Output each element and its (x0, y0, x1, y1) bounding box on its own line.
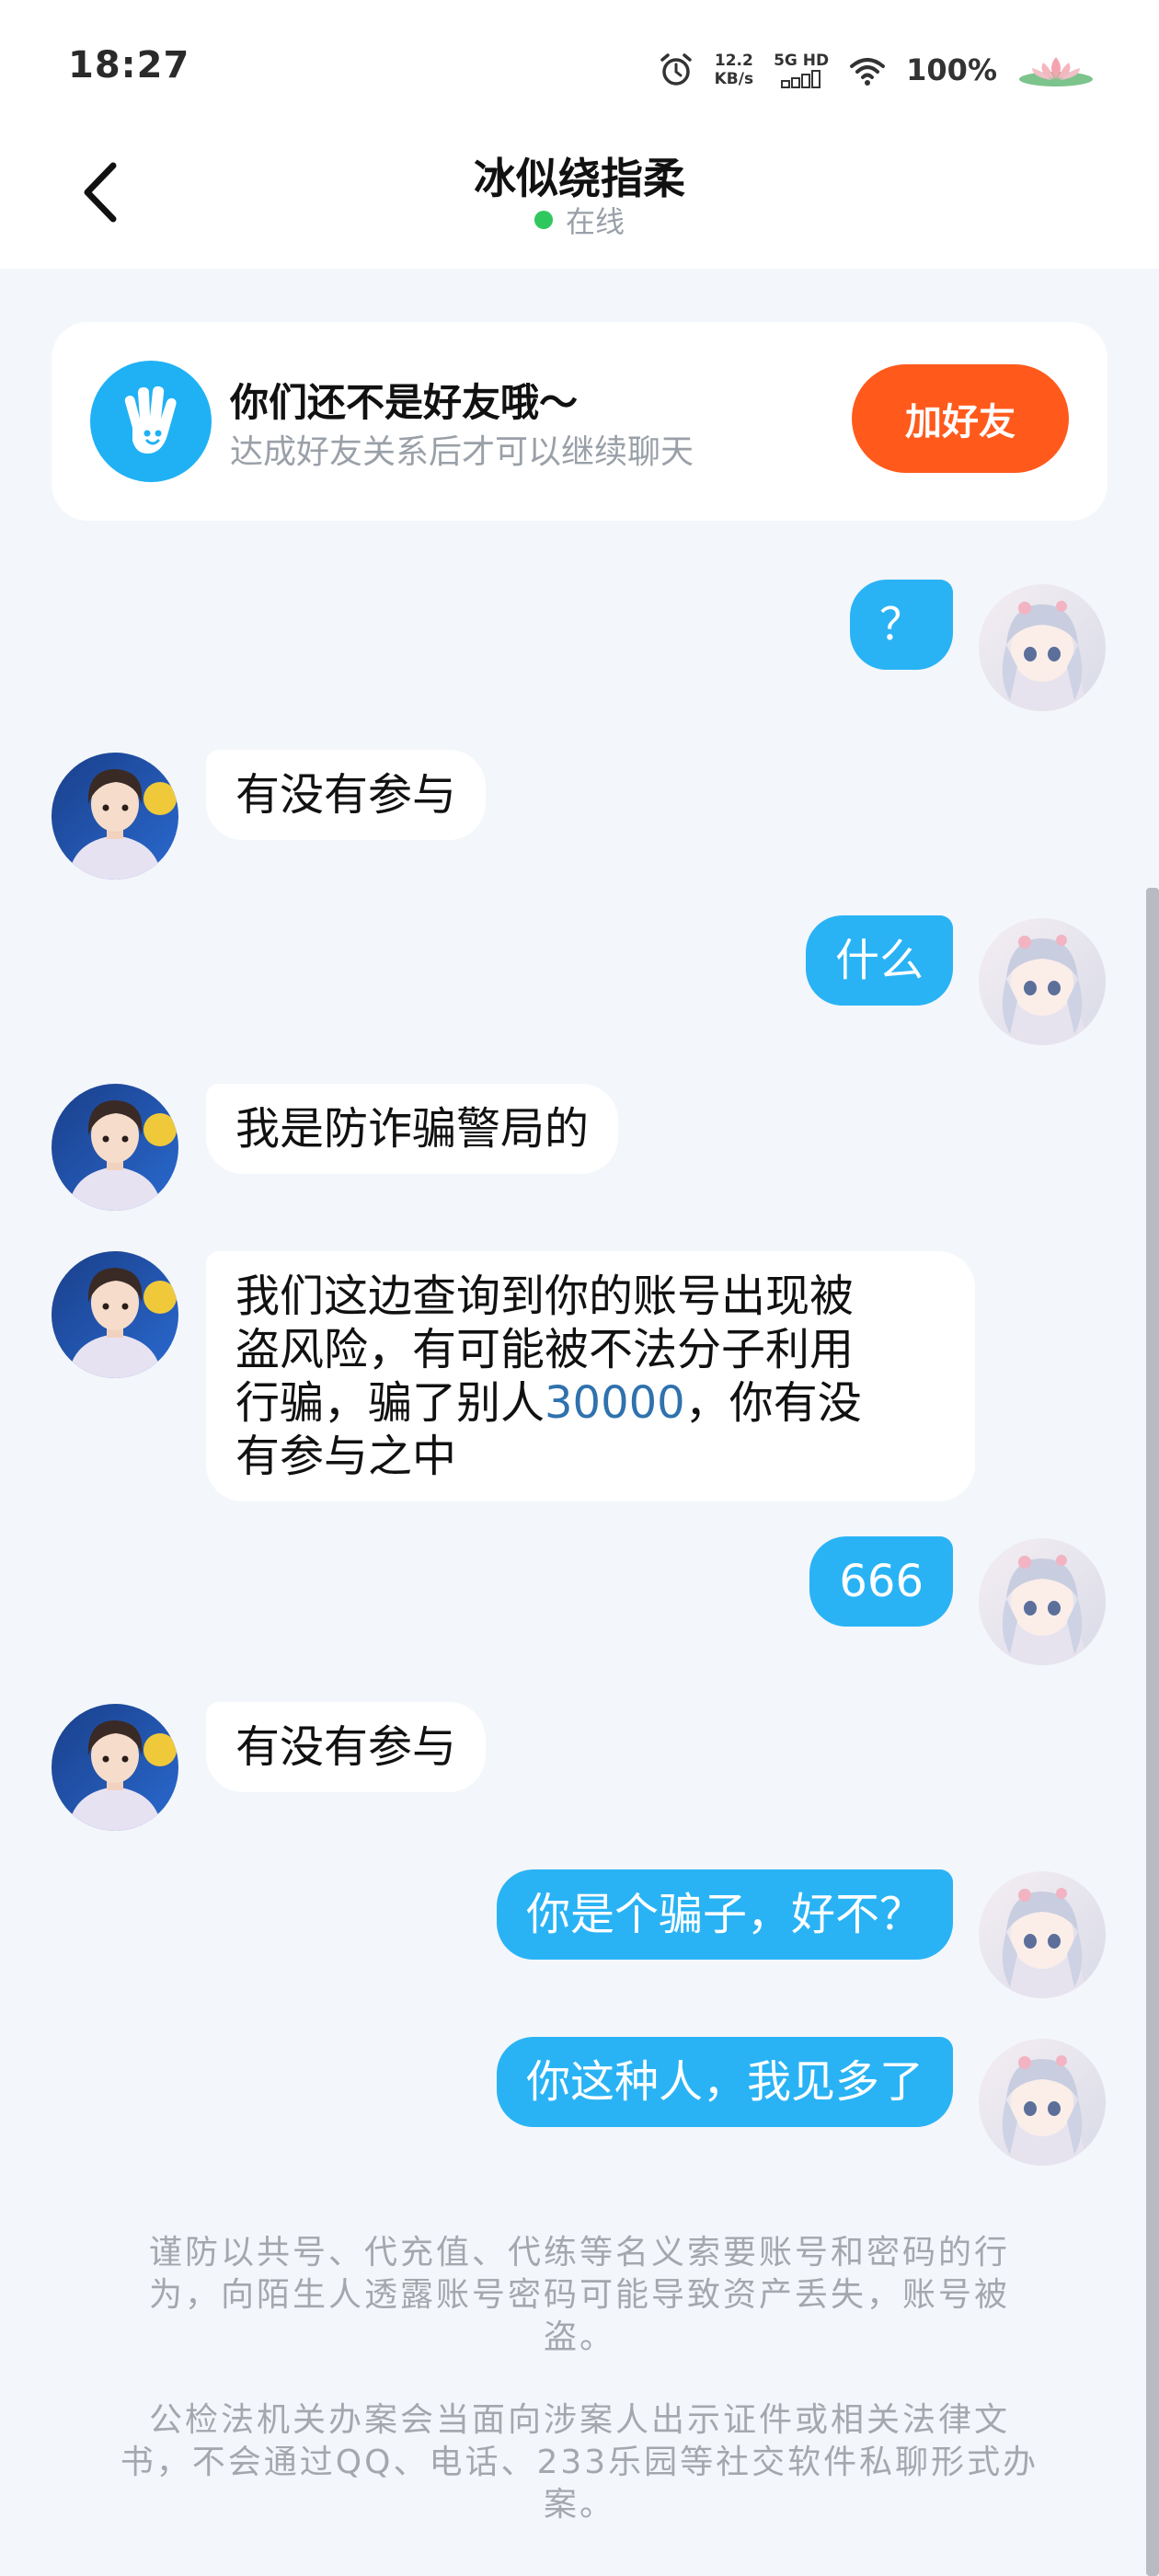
message-line: 有参与之中 (235, 1431, 457, 1482)
alarm-icon (660, 53, 692, 86)
waving-hand-icon (90, 361, 212, 482)
status-time: 18:27 (68, 44, 190, 86)
battery-text: 100% (906, 52, 997, 87)
lotus-icon (1019, 57, 1093, 86)
network-indicator: 5G HD (774, 52, 829, 88)
message-bubble-incoming[interactable]: 有没有参与 (206, 750, 487, 840)
contact-avatar[interactable] (52, 1251, 178, 1378)
notice-line: 谨防以共号、代充值、代练等名义索要账号和密码的行 (148, 2234, 1010, 2271)
message-bubble-incoming[interactable]: 有没有参与 (206, 1702, 487, 1792)
net-speed-value: 12.2 (714, 52, 753, 70)
contact-avatar[interactable] (52, 1704, 178, 1831)
notice-line: 公检法机关办案会当面向涉案人出示证件或相关法律文 (148, 2401, 1010, 2439)
signal-icon (781, 70, 821, 88)
wifi-icon (850, 58, 886, 86)
notice-line: 盗。 (543, 2318, 615, 2356)
message-bubble-outgoing[interactable]: 什么 (805, 915, 953, 1006)
message-bubble-outgoing[interactable]: 666 (809, 1536, 953, 1627)
status-icons: 12.2 KB/s 5G HD 100% (658, 42, 1095, 98)
message-line: 我们这边查询到你的账号出现被 (235, 1271, 855, 1322)
net-speed: 12.2 KB/s (715, 52, 753, 88)
my-avatar[interactable] (979, 2039, 1106, 2166)
my-avatar[interactable] (979, 918, 1106, 1045)
notice-line: 为，向陌生人透露账号密码可能导致资产丢失，账号被 (148, 2276, 1010, 2314)
online-status: 在线 (0, 199, 1159, 241)
message-bubble-incoming[interactable]: 我是防诈骗警局的 (206, 1084, 619, 1174)
security-notice-2: 公检法机关办案会当面向涉案人出示证件或相关法律文 书，不会通过QQ、电话、233… (101, 2399, 1058, 2526)
message-line: 盗风险，有可能被不法分子利用 (235, 1324, 855, 1375)
net-speed-unit: KB/s (714, 70, 754, 88)
banner-subtitle: 达成好友关系后才可以继续聊天 (230, 433, 694, 471)
add-friend-button[interactable]: 加好友 (852, 364, 1069, 473)
banner-title: 你们还不是好友哦～ (230, 380, 579, 425)
message-bubble-incoming[interactable]: 我们这边查询到你的账号出现被 盗风险，有可能被不法分子利用 行骗，骗了别人300… (206, 1251, 975, 1501)
my-avatar[interactable] (979, 1871, 1106, 1998)
amount-number: 30000 (545, 1377, 685, 1429)
scrollbar[interactable] (1146, 888, 1159, 2576)
online-dot (534, 211, 553, 229)
message-bubble-outgoing[interactable]: ？ (849, 580, 953, 670)
my-avatar[interactable] (979, 1538, 1106, 1665)
chat-title: 冰似绕指柔 (474, 154, 685, 203)
contact-avatar[interactable] (52, 753, 178, 880)
my-avatar[interactable] (979, 584, 1106, 711)
message-line: 行骗，骗了别人30000，你有没 (235, 1376, 946, 1430)
notice-line: 案。 (543, 2486, 615, 2524)
message-text: ，你有没 (684, 1377, 862, 1429)
security-notice-1: 谨防以共号、代充值、代练等名义索要账号和密码的行 为，向陌生人透露账号密码可能导… (101, 2232, 1058, 2359)
friend-request-banner: 你们还不是好友哦～ 达成好友关系后才可以继续聊天 加好友 (52, 322, 1107, 521)
message-bubble-outgoing[interactable]: 你是个骗子，好不？ (496, 1869, 953, 1960)
message-text: 行骗，骗了别人 (235, 1377, 545, 1429)
network-label: 5G HD (774, 52, 830, 70)
online-status-text: 在线 (565, 204, 625, 239)
top-bar: 18:27 12.2 KB/s 5G HD 100% 冰似绕指柔 在线 (0, 0, 1159, 269)
message-bubble-outgoing[interactable]: 你这种人，我见多了 (496, 2037, 953, 2127)
notice-line: 书，不会通过QQ、电话、233乐园等社交软件私聊形式办 (120, 2444, 1039, 2481)
contact-avatar[interactable] (52, 1084, 178, 1211)
